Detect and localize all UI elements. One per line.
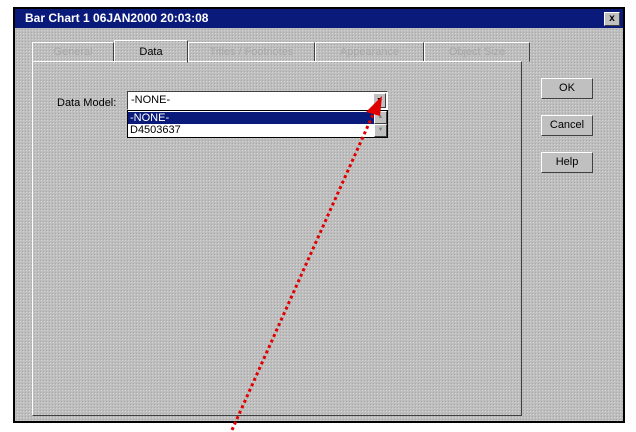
dropdown-option-none[interactable]: -NONE- bbox=[128, 112, 374, 124]
dialog-window: Bar Chart 1 06JAN2000 20:03:08 x General… bbox=[13, 7, 625, 423]
chevron-down-icon: ▼ bbox=[376, 97, 383, 104]
close-icon: x bbox=[609, 13, 615, 24]
ok-button[interactable]: OK bbox=[541, 78, 593, 99]
titlebar: Bar Chart 1 06JAN2000 20:03:08 x bbox=[15, 9, 623, 28]
data-model-value: -NONE- bbox=[131, 94, 171, 106]
data-model-dropdown-list: -NONE- D4503637 ▲ ▼ bbox=[127, 110, 388, 138]
tab-appearance[interactable]: Appearance bbox=[315, 42, 424, 62]
tab-object-size[interactable]: Object Size bbox=[424, 42, 530, 62]
tab-data[interactable]: Data bbox=[114, 40, 188, 63]
dropdown-option-d4503637[interactable]: D4503637 bbox=[128, 124, 374, 136]
scroll-up-icon[interactable]: ▲ bbox=[374, 111, 387, 124]
tab-general[interactable]: General bbox=[32, 42, 114, 62]
help-button[interactable]: Help bbox=[541, 152, 593, 173]
tab-titles-footnotes[interactable]: Titles / Footnotes bbox=[188, 42, 315, 62]
dialog-client-area: General Data Titles / Footnotes Appearan… bbox=[15, 28, 623, 421]
data-model-label: Data Model: bbox=[57, 97, 117, 109]
window-title: Bar Chart 1 06JAN2000 20:03:08 bbox=[25, 11, 209, 25]
scroll-down-icon[interactable]: ▼ bbox=[374, 124, 387, 137]
dropdown-arrow-button[interactable]: ▼ bbox=[373, 93, 386, 108]
close-button[interactable]: x bbox=[604, 12, 620, 26]
data-model-combobox[interactable]: -NONE- ▼ bbox=[127, 91, 388, 110]
cancel-button[interactable]: Cancel bbox=[541, 115, 593, 136]
dropdown-scrollbar[interactable]: ▲ ▼ bbox=[374, 111, 387, 137]
